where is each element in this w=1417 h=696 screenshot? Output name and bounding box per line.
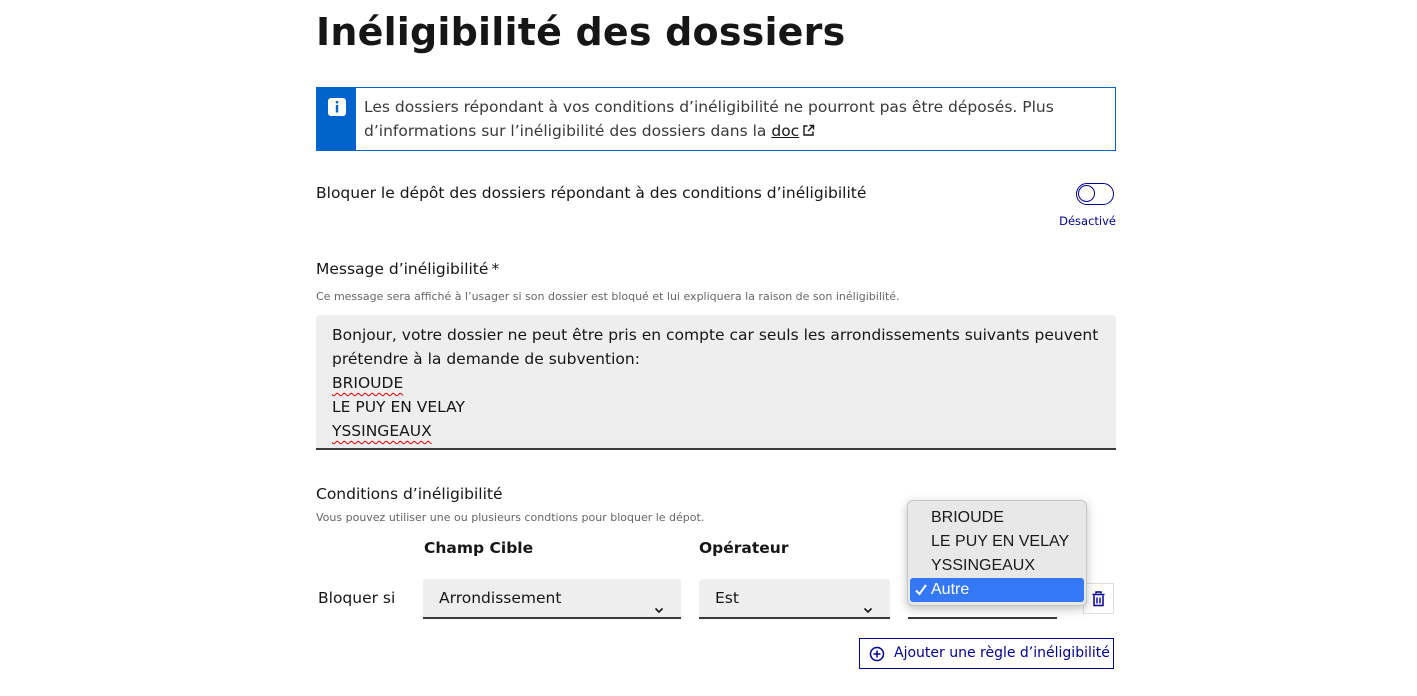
message-label-text: Message d’inéligibilité <box>316 260 489 278</box>
message-hint: Ce message sera affiché à l’usager si so… <box>316 290 900 303</box>
checkmark-icon <box>914 578 928 610</box>
textarea-line-wrap: YSSINGEAUX <box>332 419 1100 443</box>
dropdown-option-label: Autre <box>931 581 970 598</box>
value-dropdown-menu: BRIOUDE LE PUY EN VELAY YSSINGEAUX Autre <box>907 500 1087 606</box>
textarea-line: YSSINGEAUX <box>332 422 432 440</box>
notice-accent-bar <box>317 88 356 150</box>
target-field-select[interactable]: Arrondissement <box>423 579 681 619</box>
target-field-value: Arrondissement <box>439 589 562 607</box>
notice-body: Les dossiers répondant à vos conditions … <box>364 98 1054 140</box>
toggle-label: Bloquer le dépôt des dossiers répondant … <box>316 184 867 202</box>
column-header-operator: Opérateur <box>699 539 789 557</box>
chevron-down-icon <box>862 592 874 630</box>
operator-value: Est <box>715 589 739 607</box>
textarea-line-wrap: BRIOUDE <box>332 371 1100 395</box>
column-header-target: Champ Cible <box>424 539 534 557</box>
external-link-icon <box>802 120 815 144</box>
toggle-status: Désactivé <box>1059 214 1116 228</box>
toggle-knob <box>1078 185 1095 202</box>
required-mark: * <box>491 260 500 278</box>
conditions-hint: Vous pouvez utiliser une ou plusieurs co… <box>316 511 705 524</box>
block-deposit-toggle[interactable] <box>1076 183 1114 205</box>
chevron-down-icon <box>653 592 665 630</box>
row-label: Bloquer si <box>318 589 396 607</box>
page-title: Inéligibilité des dossiers <box>316 10 846 54</box>
message-textarea[interactable]: Bonjour, votre dossier ne peut être pris… <box>316 315 1116 450</box>
message-label: Message d’inéligibilité * <box>316 260 499 278</box>
info-icon <box>328 98 346 116</box>
doc-link-label: doc <box>771 122 800 140</box>
dropdown-option[interactable]: YSSINGEAUX <box>910 554 1084 578</box>
textarea-line: prétendre à la demande de subvention: <box>332 350 640 368</box>
textarea-line: LE PUY EN VELAY <box>332 398 466 416</box>
textarea-line: Bonjour, votre dossier ne peut être pris… <box>332 326 1099 344</box>
add-rule-label: Ajouter une règle d’inéligibilité <box>894 645 1110 661</box>
delete-rule-button[interactable] <box>1083 583 1114 614</box>
dropdown-option[interactable]: BRIOUDE <box>910 506 1084 530</box>
doc-link[interactable]: doc <box>771 122 815 140</box>
textarea-line: BRIOUDE <box>332 374 404 392</box>
dropdown-option[interactable]: LE PUY EN VELAY <box>910 530 1084 554</box>
info-notice: Les dossiers répondant à vos conditions … <box>316 87 1116 151</box>
operator-select[interactable]: Est <box>699 579 890 619</box>
conditions-title: Conditions d’inéligibilité <box>316 485 503 503</box>
dropdown-option-selected[interactable]: Autre <box>910 578 1084 602</box>
add-rule-button[interactable]: Ajouter une règle d’inéligibilité <box>859 638 1114 669</box>
notice-text: Les dossiers répondant à vos conditions … <box>364 95 1104 144</box>
